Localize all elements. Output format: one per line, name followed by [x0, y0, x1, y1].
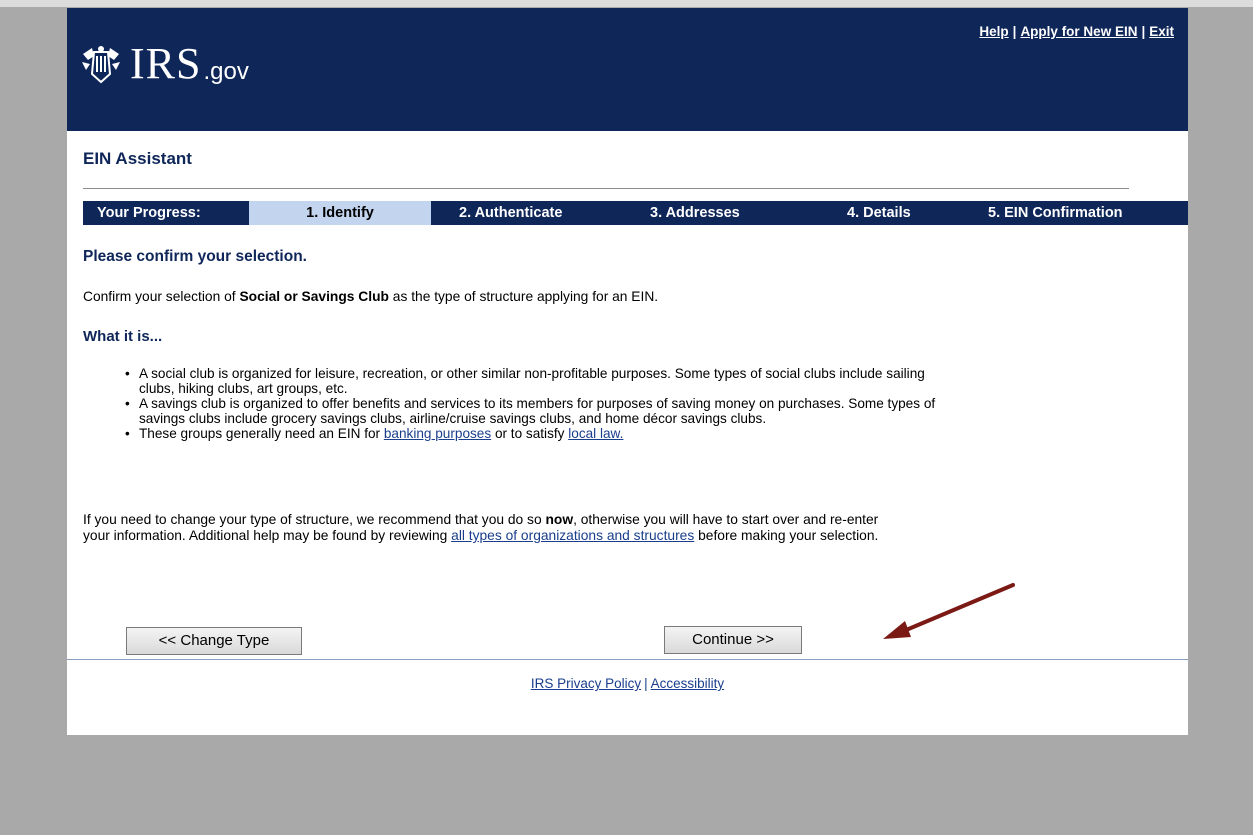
header-separator: |	[1012, 24, 1017, 39]
list-item: These groups generally need an EIN for b…	[121, 426, 941, 441]
list-item: A social club is organized for leisure, …	[121, 366, 941, 396]
confirm-text: Confirm your selection of Social or Savi…	[83, 289, 658, 304]
title-divider	[83, 188, 1129, 189]
exit-link[interactable]: Exit	[1149, 24, 1174, 39]
bullet3-mid: or to satisfy	[491, 426, 569, 441]
footer-divider	[67, 659, 1188, 660]
browser-top-edge	[0, 0, 1253, 7]
continue-button[interactable]: Continue >>	[664, 626, 802, 654]
progress-step-authenticate: 2. Authenticate	[459, 205, 563, 221]
footer-separator: |	[644, 676, 648, 691]
confirm-post: as the type of structure applying for an…	[388, 289, 659, 304]
list-item: A savings club is organized to offer ben…	[121, 396, 941, 426]
irs-eagle-icon	[82, 46, 120, 84]
page-container: IRS .gov Help | Apply for New EIN | Exit EIN…	[67, 8, 1188, 735]
help-link[interactable]: Help	[979, 24, 1008, 39]
logo-text: IRS	[130, 39, 202, 88]
red-arrow-icon	[883, 583, 1015, 639]
header-links: Help | Apply for New EIN | Exit	[979, 24, 1174, 39]
site-header: IRS .gov Help | Apply for New EIN | Exit	[67, 8, 1188, 131]
logo-suffix: .gov	[203, 58, 249, 85]
progress-label: Your Progress:	[97, 205, 201, 221]
change-structure-text: If you need to change your type of struc…	[83, 512, 903, 544]
privacy-policy-link[interactable]: IRS Privacy Policy	[531, 676, 641, 691]
banking-purposes-link[interactable]: banking purposes	[384, 426, 491, 441]
change-now: now	[545, 512, 574, 527]
local-law-link[interactable]: local law.	[568, 426, 623, 441]
footer: IRS Privacy Policy | Accessibility	[67, 676, 1188, 691]
progress-bar: Your Progress: 1. Identify 2. Authentica…	[83, 201, 1188, 225]
progress-step-addresses: 3. Addresses	[650, 205, 740, 221]
page-heading: Please confirm your selection.	[83, 248, 307, 265]
change-pre: If you need to change your type of struc…	[83, 512, 546, 527]
confirm-pre: Confirm your selection of	[83, 289, 240, 304]
change-post: before making your selection.	[694, 528, 879, 543]
apply-new-ein-link[interactable]: Apply for New EIN	[1020, 24, 1137, 39]
change-type-button[interactable]: << Change Type	[126, 627, 302, 655]
bullet3-pre: These groups generally need an EIN for	[139, 426, 384, 441]
app-title: EIN Assistant	[83, 149, 192, 168]
irs-logo[interactable]: IRS .gov	[80, 40, 249, 88]
progress-step-details: 4. Details	[847, 205, 911, 221]
what-it-is-heading: What it is...	[83, 328, 163, 345]
accessibility-link[interactable]: Accessibility	[651, 676, 725, 691]
progress-step-identify: 1. Identify	[249, 201, 431, 225]
progress-step-ein-confirmation: 5. EIN Confirmation	[988, 205, 1123, 221]
all-types-link[interactable]: all types of organizations and structure…	[451, 528, 694, 543]
header-separator: |	[1141, 24, 1146, 39]
description-list: A social club is organized for leisure, …	[83, 366, 941, 441]
structure-type: Social or Savings Club	[239, 289, 389, 304]
